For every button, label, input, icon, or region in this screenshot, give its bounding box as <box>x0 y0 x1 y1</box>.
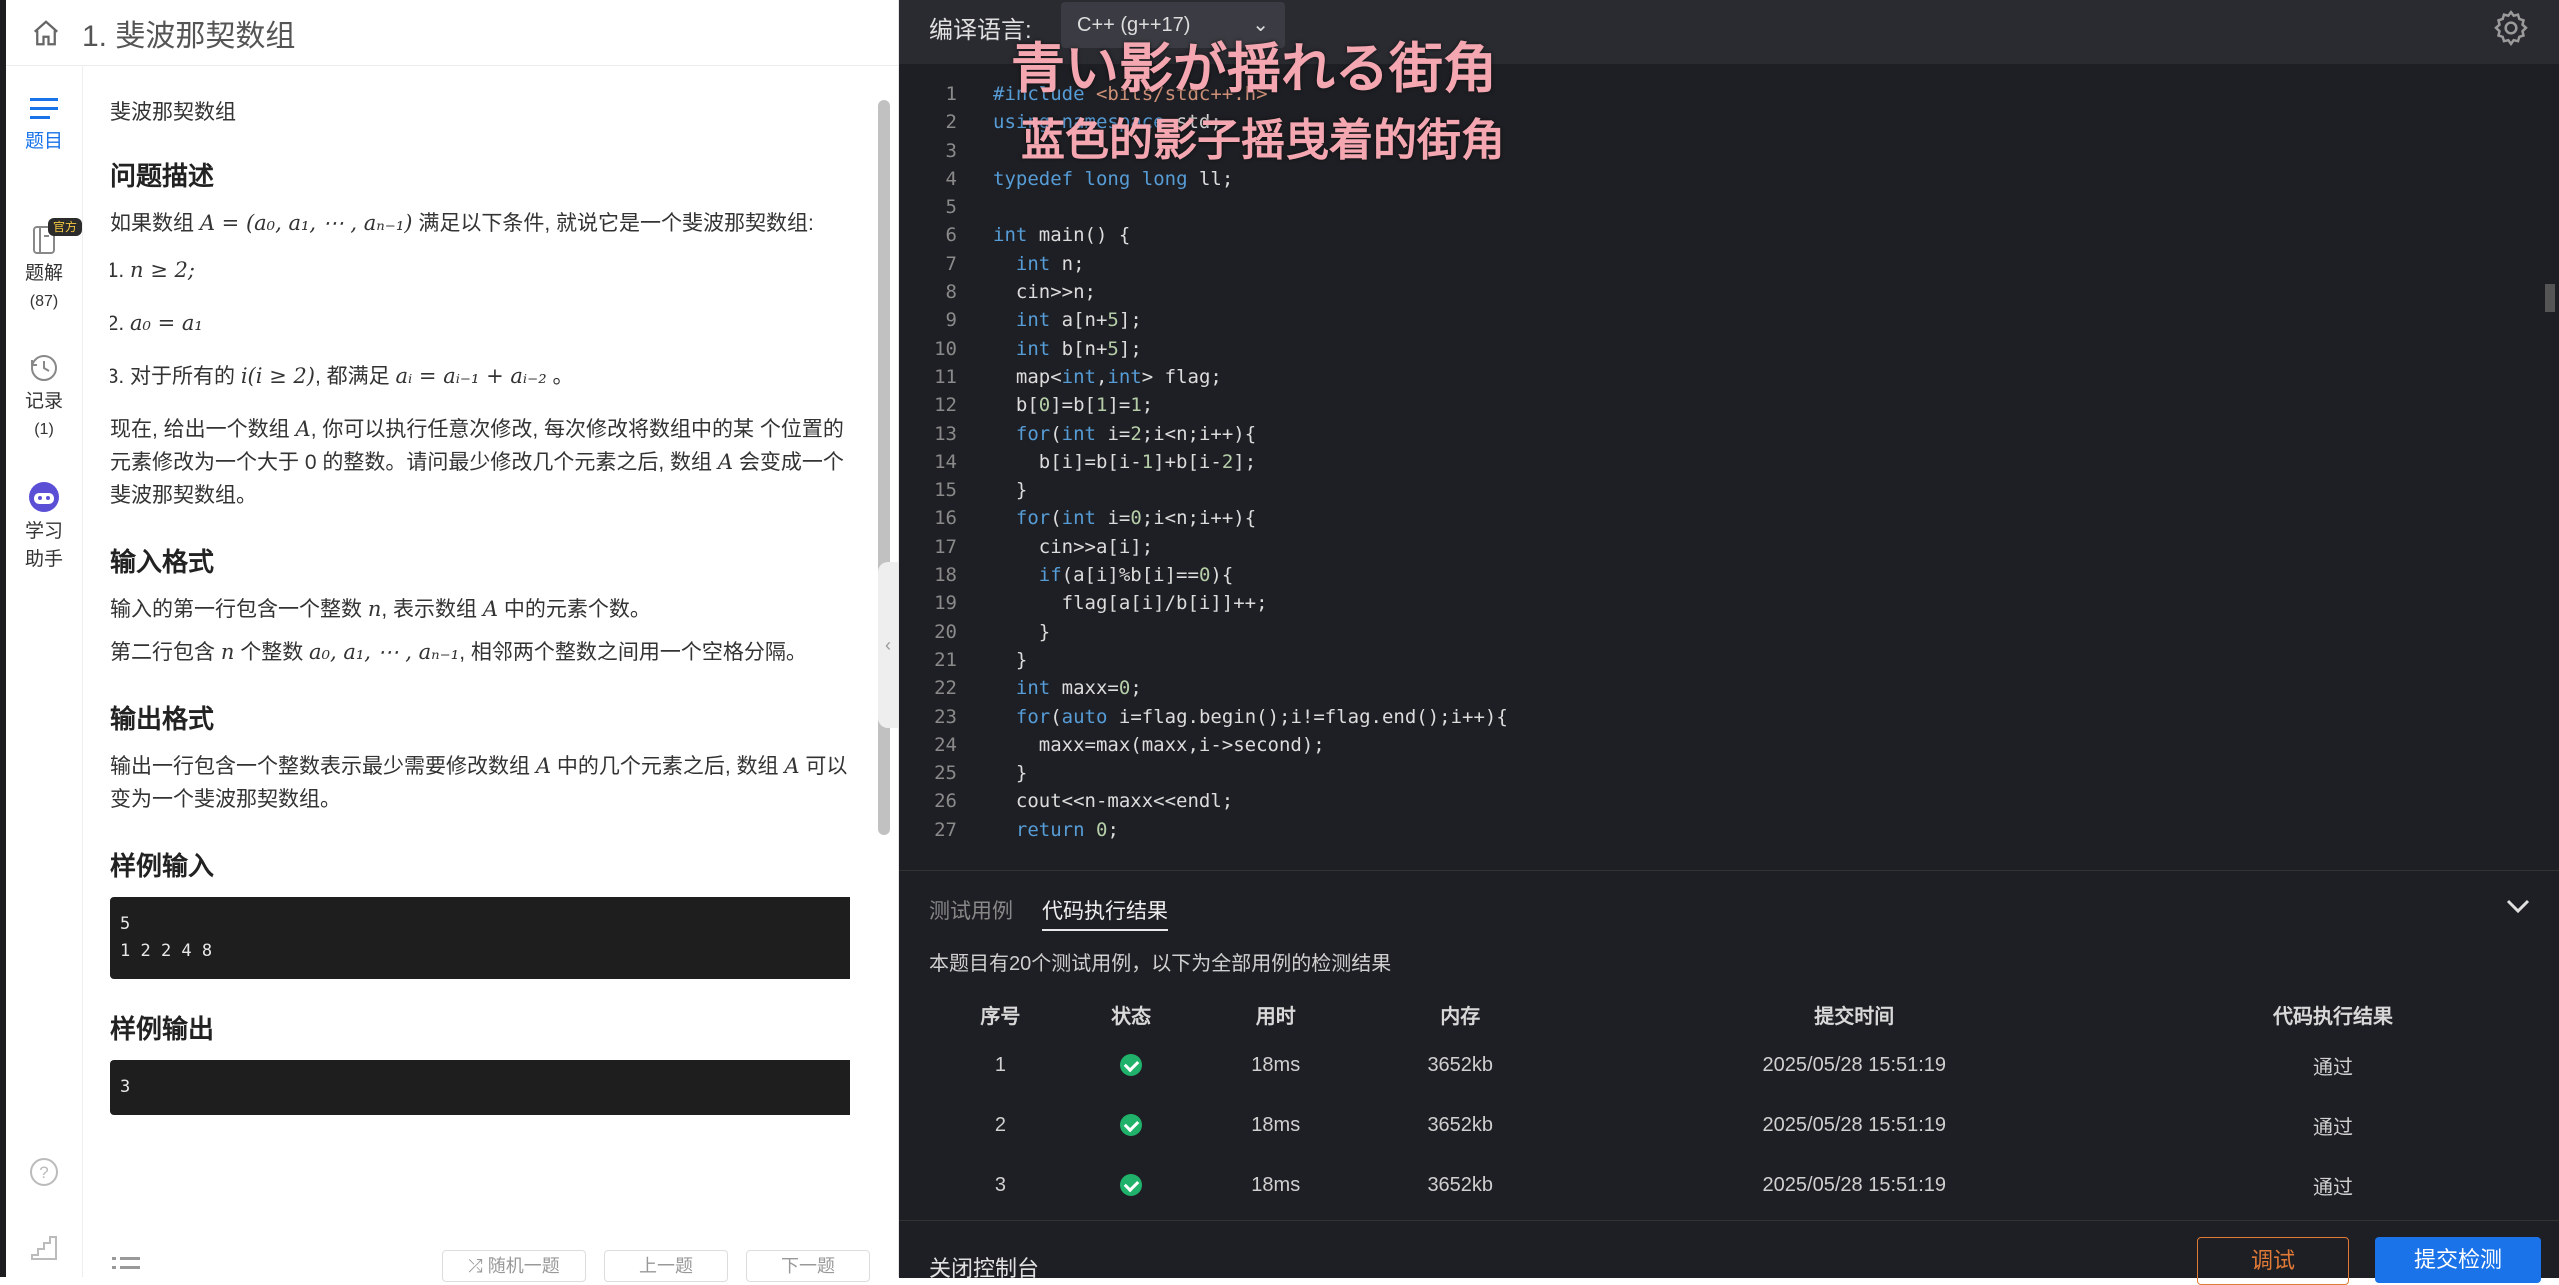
help-icon[interactable]: ? <box>6 1156 82 1192</box>
status-cell <box>1066 1095 1197 1155</box>
case-time: 18ms <box>1251 1173 1301 1196</box>
check-circle-icon <box>1120 1114 1143 1137</box>
column-header: 提交时间 <box>1814 1005 1895 1028</box>
input-line-2: 第二行包含 n 个整数 a₀, a₁, ⋯ , aₙ₋₁, 相邻两个整数之间用一… <box>110 640 807 664</box>
status-cell <box>1066 1155 1197 1215</box>
sidebar-item-solutions[interactable]: 官方 题解 (87) <box>6 218 82 316</box>
sample-output-block[interactable]: 3 <box>110 1060 850 1115</box>
editor-scrollbar[interactable] <box>2545 284 2555 312</box>
sidebar-item-assistant[interactable]: 学习 助手 <box>6 480 82 574</box>
tab-test-cases[interactable]: 测试用例 <box>929 895 1013 925</box>
list-item: n ≥ 2; <box>130 254 850 287</box>
column-header: 状态 <box>1111 1005 1152 1028</box>
records-count: (1) <box>34 421 54 438</box>
check-circle-icon <box>1120 1054 1143 1077</box>
sidebar-item-label: 题目 <box>24 131 63 152</box>
output-format: 输出一行包含一个整数表示最少需要修改数组 A 中的几个元素之后, 数组 A 可以… <box>110 754 848 811</box>
table-row: 1 18ms 3652kb 2025/05/28 15:51:19 通过 <box>935 1035 2523 1095</box>
sidebar-item-label: 记录 <box>24 391 63 412</box>
debug-button[interactable]: 调试 <box>2197 1237 2349 1285</box>
case-id: 1 <box>994 1053 1006 1076</box>
conditions-list: n ≥ 2; a₀ = a₁ 对于所有的 i(i ≥ 2), 都满足 aᵢ = … <box>110 254 850 393</box>
column-header: 代码执行结果 <box>2273 1005 2394 1028</box>
case-memory: 3652kb <box>1427 1173 1494 1196</box>
history-icon <box>31 355 57 381</box>
section-heading-sample-input: 样例输入 <box>110 851 215 881</box>
stairs-icon[interactable] <box>6 1231 82 1267</box>
chevron-down-icon[interactable] <box>2505 897 2531 920</box>
result-summary: 本题目有20个测试用例，以下为全部用例的检测结果 <box>929 953 1392 975</box>
sample-input-block[interactable]: 5 1 2 2 4 8 <box>110 897 850 979</box>
code-editor[interactable]: 1 2 3 4 5 6 7 8 9 10 11 12 13 14 15 16 17 18 19 20 21 22 23 24 2… <box>899 64 2559 854</box>
line-numbers: 1 2 3 4 5 6 7 8 9 10 11 12 13 14 15 16 17 18 19 20 21 22 23 24 2… <box>934 83 957 841</box>
page-title: 1. 斐波那契数组 <box>82 19 296 53</box>
table-row: 2 18ms 3652kb 2025/05/28 15:51:19 通过 <box>935 1095 2523 1155</box>
case-result: 通过 <box>2313 1116 2354 1139</box>
case-id: 3 <box>994 1173 1006 1196</box>
code-panel: 编译语言: C++ (g++17) ⌄ 1 2 3 4 5 6 7 8 9 10 11 12 13 14 1… <box>899 0 2559 1285</box>
sidebar-item-label: 学习 助手 <box>24 521 63 570</box>
table-row: 3 18ms 3652kb 2025/05/28 15:51:19 通过 <box>935 1155 2523 1215</box>
section-heading-input: 输入格式 <box>110 547 215 577</box>
case-submitted: 2025/05/28 15:51:19 <box>1762 1113 1947 1136</box>
console-footer: 关闭控制台 调试 提交检测 <box>899 1220 2559 1285</box>
case-time: 18ms <box>1251 1113 1301 1136</box>
section-heading-output: 输出格式 <box>110 704 215 734</box>
side-nav: 题目 官方 题解 (87) 记录 (1) 学习 助手 ? <box>6 66 83 1277</box>
code-text[interactable]: #include <bits/stdc++.h> using namespace… <box>993 80 1508 844</box>
close-console-button[interactable]: 关闭控制台 <box>929 1251 1039 1283</box>
case-submitted: 2025/05/28 15:51:19 <box>1762 1053 1947 1076</box>
description-intro: 如果数组 A = (a₀, a₁, ⋯ , aₙ₋₁) 满足以下条件, 就说它是… <box>110 211 814 235</box>
next-problem-button[interactable]: 下一题 <box>746 1250 870 1282</box>
results-table: 序号 状态 用时 内存 提交时间 代码执行结果 1 18ms 3652kb 20… <box>935 993 2523 1215</box>
problem-panel: 1. 斐波那契数组 题目 官方 题解 (87) 记录 (1) 学习 助手 ? 斐… <box>0 0 899 1282</box>
column-header: 内存 <box>1440 1005 1481 1028</box>
official-badge: 官方 <box>48 218 82 236</box>
table-header-row: 序号 状态 用时 内存 提交时间 代码执行结果 <box>935 993 2523 1035</box>
case-memory: 3652kb <box>1427 1113 1494 1136</box>
menu-list-icon[interactable] <box>112 1254 140 1283</box>
input-line-1: 输入的第一行包含一个整数 n, 表示数组 A 中的元素个数。 <box>110 597 651 621</box>
list-item: a₀ = a₁ <box>130 307 850 340</box>
problem-crumb: 斐波那契数组 <box>110 101 236 124</box>
list-item: 对于所有的 i(i ≥ 2), 都满足 aᵢ = aᵢ₋₁ + aᵢ₋₂ 。 <box>130 360 850 393</box>
home-icon[interactable] <box>28 15 64 51</box>
random-problem-button[interactable]: ⤮ 随机一题 <box>442 1250 586 1282</box>
section-heading-sample-output: 样例输出 <box>110 1014 215 1044</box>
gear-icon[interactable] <box>2491 8 2531 53</box>
case-time: 18ms <box>1251 1053 1301 1076</box>
column-header: 序号 <box>980 1005 1021 1028</box>
case-id: 2 <box>994 1113 1006 1136</box>
case-submitted: 2025/05/28 15:51:19 <box>1762 1173 1947 1196</box>
section-heading-description: 问题描述 <box>110 161 215 191</box>
case-result: 通过 <box>2313 1176 2354 1199</box>
submit-button[interactable]: 提交检测 <box>2375 1237 2541 1283</box>
problem-footer: ⤮ 随机一题 上一题 下一题 <box>82 1240 898 1282</box>
sidebar-item-problem[interactable]: 题目 <box>6 94 82 156</box>
case-result: 通过 <box>2313 1056 2354 1079</box>
prev-problem-button[interactable]: 上一题 <box>604 1250 728 1282</box>
problem-header: 1. 斐波那契数组 <box>6 0 898 66</box>
problem-content: 斐波那契数组 问题描述 如果数组 A = (a₀, a₁, ⋯ , aₙ₋₁) … <box>110 80 850 1245</box>
tab-execution-result[interactable]: 代码执行结果 <box>1042 895 1168 931</box>
robot-assistant-icon <box>29 482 59 512</box>
status-cell <box>1066 1035 1197 1095</box>
lyric-overlay-jp: 青い影が揺れる街角 <box>1011 37 1497 100</box>
svg-text:?: ? <box>39 1163 48 1182</box>
sidebar-item-label: 题解 <box>24 263 63 284</box>
console-panel: 测试用例 代码执行结果 本题目有20个测试用例，以下为全部用例的检测结果 序号 … <box>899 870 2559 1221</box>
collapse-panel-handle[interactable]: ‹ <box>878 562 898 728</box>
check-circle-icon <box>1120 1174 1143 1197</box>
sidebar-item-records[interactable]: 记录 (1) <box>6 352 82 444</box>
column-header: 用时 <box>1255 1005 1296 1028</box>
description-body: 现在, 给出一个数组 A, 你可以执行任意次修改, 每次修改将数组中的某 个位置… <box>110 417 844 507</box>
solutions-count: (87) <box>29 293 59 310</box>
case-memory: 3652kb <box>1427 1053 1494 1076</box>
list-icon <box>30 98 58 119</box>
lyric-overlay-cn: 蓝色的影子摇曳着的街角 <box>1021 115 1505 166</box>
shuffle-icon: ⤮ <box>468 1256 488 1276</box>
